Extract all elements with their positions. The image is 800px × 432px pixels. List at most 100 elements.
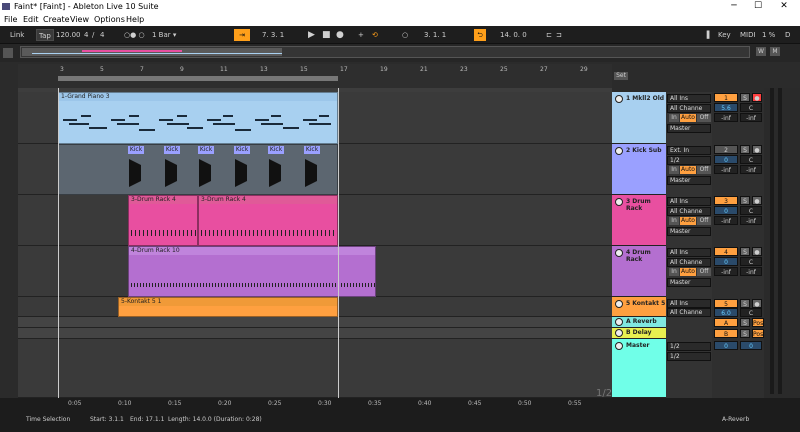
metronome-toggle[interactable]: ○● ○: [124, 29, 145, 41]
monitor-off-2[interactable]: Off: [697, 166, 711, 174]
overview-handle[interactable]: [3, 48, 13, 58]
track-name-5[interactable]: 5 Kontakt 5: [626, 300, 665, 307]
monitor-auto-4[interactable]: Auto: [680, 268, 696, 276]
kick-clip-1[interactable]: Kick: [128, 146, 144, 154]
track-activator-3[interactable]: 3: [714, 196, 738, 205]
loop-start-marker[interactable]: [58, 88, 59, 398]
monitor-in-1[interactable]: In: [669, 114, 679, 122]
track-header-1[interactable]: 1 Mkll2 Old: [612, 92, 666, 144]
solo-button-4[interactable]: S: [740, 247, 750, 256]
return-name-b[interactable]: B Delay: [626, 329, 652, 336]
return-lane-a[interactable]: [18, 317, 612, 328]
overview-m-button[interactable]: M: [770, 47, 780, 56]
quantize-menu[interactable]: 1 Bar ▾: [152, 29, 176, 41]
maximize-button[interactable]: ☐: [748, 0, 768, 13]
output-2[interactable]: Master: [667, 176, 711, 185]
follow-toggle[interactable]: ⇥: [234, 29, 250, 41]
kick-clip-2[interactable]: Kick: [164, 146, 180, 154]
return-lane-b[interactable]: [18, 328, 612, 339]
solo-button-1[interactable]: S: [740, 93, 750, 102]
arm-button-5[interactable]: ●: [752, 299, 762, 308]
close-button[interactable]: ✕: [774, 0, 794, 13]
track-fold-icon[interactable]: [615, 249, 623, 257]
loop-brace[interactable]: [58, 76, 338, 81]
return-name-a[interactable]: A Reverb: [626, 318, 657, 325]
key-map-indicator[interactable]: ▐: [704, 29, 709, 41]
volume-2[interactable]: 0: [714, 155, 738, 164]
menu-options[interactable]: Options: [94, 13, 125, 26]
input-type-4[interactable]: All Ins: [667, 248, 711, 257]
input-type-2[interactable]: Ext. In: [667, 146, 711, 155]
return-header-a[interactable]: A Reverb: [612, 317, 666, 328]
solo-button-5[interactable]: S: [740, 299, 750, 308]
pan-4[interactable]: C: [740, 257, 762, 266]
loop-end-marker[interactable]: [338, 88, 339, 398]
return-header-b[interactable]: B Delay: [612, 328, 666, 339]
master-channel-b[interactable]: 1/2: [667, 352, 711, 361]
track-fold-icon[interactable]: [615, 198, 623, 206]
play-button[interactable]: ▶: [308, 29, 315, 41]
solo-button-2[interactable]: S: [740, 145, 750, 154]
input-channel-3[interactable]: All Channe: [667, 207, 711, 216]
kick-clip-4[interactable]: Kick: [234, 146, 250, 154]
monitor-off-4[interactable]: Off: [697, 268, 711, 276]
punch-in[interactable]: ⊏: [546, 29, 552, 41]
menu-help[interactable]: Help: [126, 13, 144, 26]
input-channel-1[interactable]: All Channe: [667, 104, 711, 113]
track-header-2[interactable]: 2 Kick Sub: [612, 144, 666, 195]
track-activator-1[interactable]: 1: [714, 93, 738, 102]
track-fold-icon[interactable]: [615, 342, 623, 350]
tempo-field[interactable]: 120.00: [56, 29, 81, 41]
track-name-3[interactable]: 3 Drum Rack: [626, 198, 666, 212]
input-channel-4[interactable]: All Channe: [667, 258, 711, 267]
input-type-3[interactable]: All Ins: [667, 197, 711, 206]
pan-5[interactable]: C: [740, 308, 762, 317]
return-post-a[interactable]: Post: [752, 318, 766, 327]
tap-button[interactable]: Tap: [36, 29, 54, 41]
monitor-auto-2[interactable]: Auto: [680, 166, 696, 174]
monitor-auto-3[interactable]: Auto: [680, 217, 696, 225]
return-activator-a[interactable]: A: [714, 318, 738, 327]
monitor-off-3[interactable]: Off: [697, 217, 711, 225]
track-activator-4[interactable]: 4: [714, 247, 738, 256]
track-fold-icon[interactable]: [615, 95, 623, 103]
capture-button[interactable]: ○: [402, 29, 408, 41]
loop-start[interactable]: 3. 1. 1: [424, 29, 446, 41]
track-fold-icon[interactable]: [615, 329, 623, 337]
loop-length[interactable]: 14. 0. 0: [500, 29, 527, 41]
clip-kontakt[interactable]: 5-Kontakt 5 1: [118, 297, 338, 317]
master-header[interactable]: Master: [612, 339, 666, 398]
automation-arm-button[interactable]: ⟲: [372, 29, 378, 41]
song-position[interactable]: 7. 3. 1: [262, 29, 284, 41]
monitor-in-2[interactable]: In: [669, 166, 679, 174]
output-4[interactable]: Master: [667, 278, 711, 287]
master-volume[interactable]: 0: [714, 341, 738, 350]
input-channel-5[interactable]: All Channe: [667, 308, 711, 317]
master-pan[interactable]: 0: [740, 341, 762, 350]
track-fold-icon[interactable]: [615, 318, 623, 326]
volume-3[interactable]: 0: [714, 206, 738, 215]
clip-drum-rack-4a[interactable]: 3-Drum Rack 4: [128, 195, 198, 246]
minimize-button[interactable]: ─: [724, 0, 744, 13]
menu-view[interactable]: View: [70, 13, 89, 26]
track-name-1[interactable]: 1 Mkll2 Old: [626, 95, 664, 102]
menu-edit[interactable]: Edit: [23, 13, 39, 26]
midi-map-button[interactable]: MIDI: [740, 29, 756, 41]
record-button[interactable]: ●: [336, 29, 344, 41]
return-solo-b[interactable]: S: [740, 329, 750, 338]
input-channel-2[interactable]: 1/2: [667, 156, 711, 165]
arm-button-3[interactable]: ●: [752, 196, 762, 205]
input-type-5[interactable]: All Ins: [667, 299, 711, 308]
track-activator-5[interactable]: 5: [714, 299, 738, 308]
master-name[interactable]: Master: [626, 342, 650, 349]
return-activator-b[interactable]: B: [714, 329, 738, 338]
output-1[interactable]: Master: [667, 124, 711, 133]
monitor-in-3[interactable]: In: [669, 217, 679, 225]
key-map-button[interactable]: Key: [718, 29, 731, 41]
volume-1[interactable]: 5.6: [714, 103, 738, 112]
overview-w-button[interactable]: W: [756, 47, 766, 56]
kick-clip-6[interactable]: Kick: [304, 146, 320, 154]
sig-num[interactable]: 4: [84, 29, 88, 41]
return-solo-a[interactable]: S: [740, 318, 750, 327]
track-name-2[interactable]: 2 Kick Sub: [626, 147, 662, 154]
